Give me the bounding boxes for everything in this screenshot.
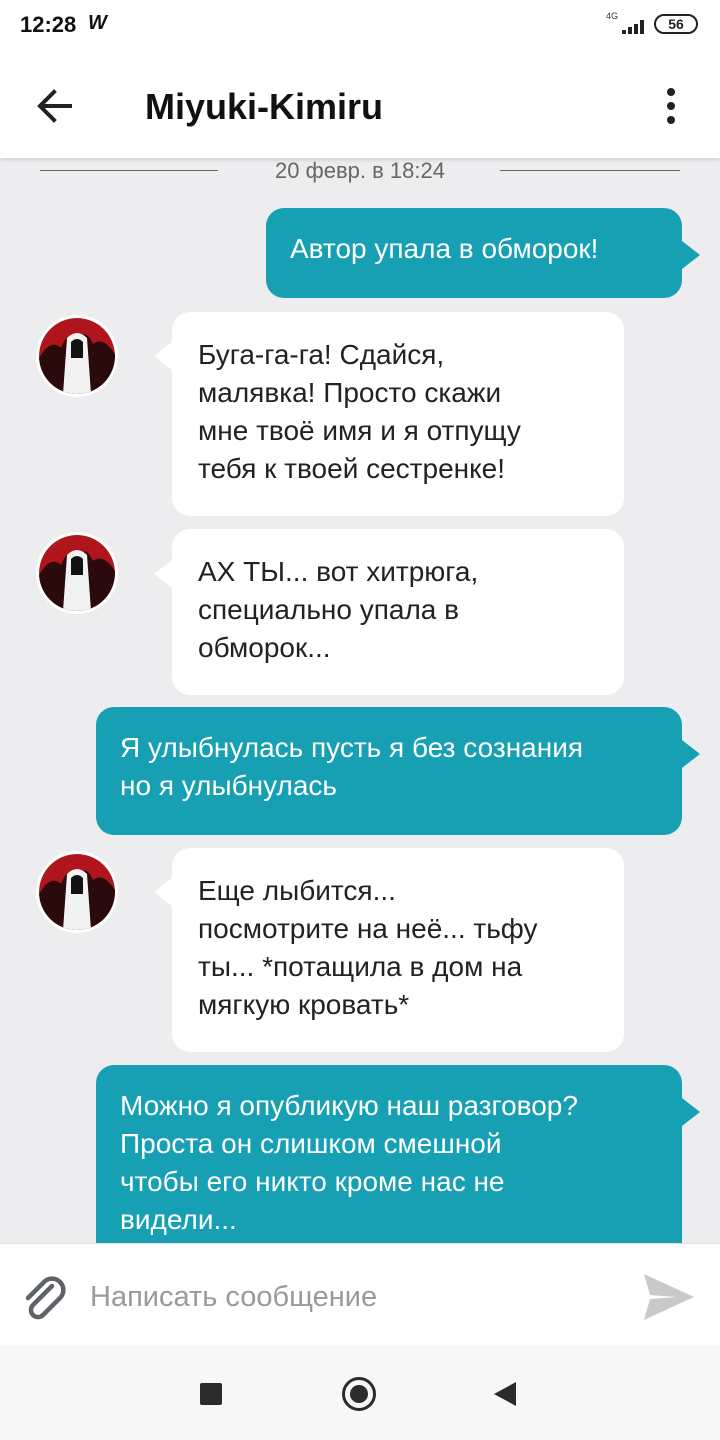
bubble-tail	[154, 560, 172, 588]
message-line: Еще лыбится...	[198, 875, 396, 906]
avatar[interactable]	[36, 532, 118, 614]
circle-home-icon[interactable]	[342, 1377, 376, 1411]
battery-level: 56	[668, 16, 684, 32]
status-bar: 12:28 W 4G 56	[0, 0, 720, 50]
app-notification-icon: W	[88, 12, 107, 34]
bubble-tail	[154, 342, 172, 370]
bubble-tail	[682, 241, 700, 269]
message-incoming[interactable]: АХ ТЫ... вот хитрюга, специально упала в…	[172, 529, 624, 695]
message-line: малявка! Просто скажи	[198, 377, 502, 408]
bubble-tail	[682, 740, 700, 768]
chat-title: Miyuki-Kimiru	[145, 86, 384, 127]
triangle-back-icon[interactable]	[494, 1382, 516, 1406]
message-outgoing[interactable]: Я улыбнулась пусть я без сознания но я у…	[96, 707, 682, 835]
message-line: ты... *потащила в дом на	[198, 951, 523, 982]
message-line: специально упала в	[198, 594, 460, 625]
bubble-tail	[682, 1098, 700, 1126]
message-line: Можно я опубликую наш разговор?	[120, 1090, 578, 1121]
system-navigation-bar	[0, 1345, 720, 1440]
message-input[interactable]	[88, 1274, 612, 1320]
date-label: 20 февр. в 18:24	[275, 158, 445, 183]
message-line: видели...	[120, 1204, 237, 1235]
message-line: Я улыбнулась пусть я без сознания	[120, 732, 583, 763]
message-line: АХ ТЫ... вот хитрюга,	[198, 556, 479, 587]
bubble-tail	[154, 878, 172, 906]
avatar[interactable]	[36, 315, 118, 397]
message-incoming[interactable]: Буга-га-га! Сдайся, малявка! Просто скаж…	[172, 312, 624, 516]
message-line: но я улыбнулась	[120, 770, 337, 801]
message-line: посмотрите на неё... тьфу	[198, 913, 538, 944]
arrow-left-icon[interactable]	[30, 80, 82, 132]
message-line: тебя к твоей сестренке!	[198, 453, 506, 484]
avatar[interactable]	[36, 851, 118, 933]
square-recents-icon[interactable]	[200, 1383, 222, 1405]
message-outgoing[interactable]: Можно я опубликую наш разговор? Проста о…	[96, 1065, 682, 1243]
send-icon[interactable]	[640, 1268, 698, 1326]
message-line: мне твоё имя и я отпущу	[198, 415, 521, 446]
message-line: Проста он слишком смешной	[120, 1128, 502, 1159]
message-incoming[interactable]: Еще лыбится... посмотрите на неё... тьфу…	[172, 848, 624, 1052]
message-outgoing[interactable]: Автор упала в обморок!	[266, 208, 682, 298]
chat-header: Miyuki-Kimiru	[0, 50, 720, 158]
date-separator: 20 февр. в 18:24	[40, 158, 680, 186]
more-vertical-icon[interactable]	[654, 82, 690, 130]
message-line: Автор упала в обморок!	[290, 233, 599, 264]
paperclip-icon[interactable]	[18, 1272, 70, 1324]
message-list[interactable]: 20 февр. в 18:24 Автор упала в обморок! …	[0, 158, 720, 1243]
message-line: Буга-га-га! Сдайся,	[198, 339, 445, 370]
signal-icon	[614, 20, 646, 34]
battery-icon: 56	[654, 14, 698, 34]
status-time: 12:28	[20, 12, 77, 37]
message-composer	[0, 1243, 720, 1346]
message-line: чтобы его никто кроме нас не	[120, 1166, 505, 1197]
message-line: мягкую кровать*	[198, 989, 410, 1020]
message-line: обморок...	[198, 632, 331, 663]
